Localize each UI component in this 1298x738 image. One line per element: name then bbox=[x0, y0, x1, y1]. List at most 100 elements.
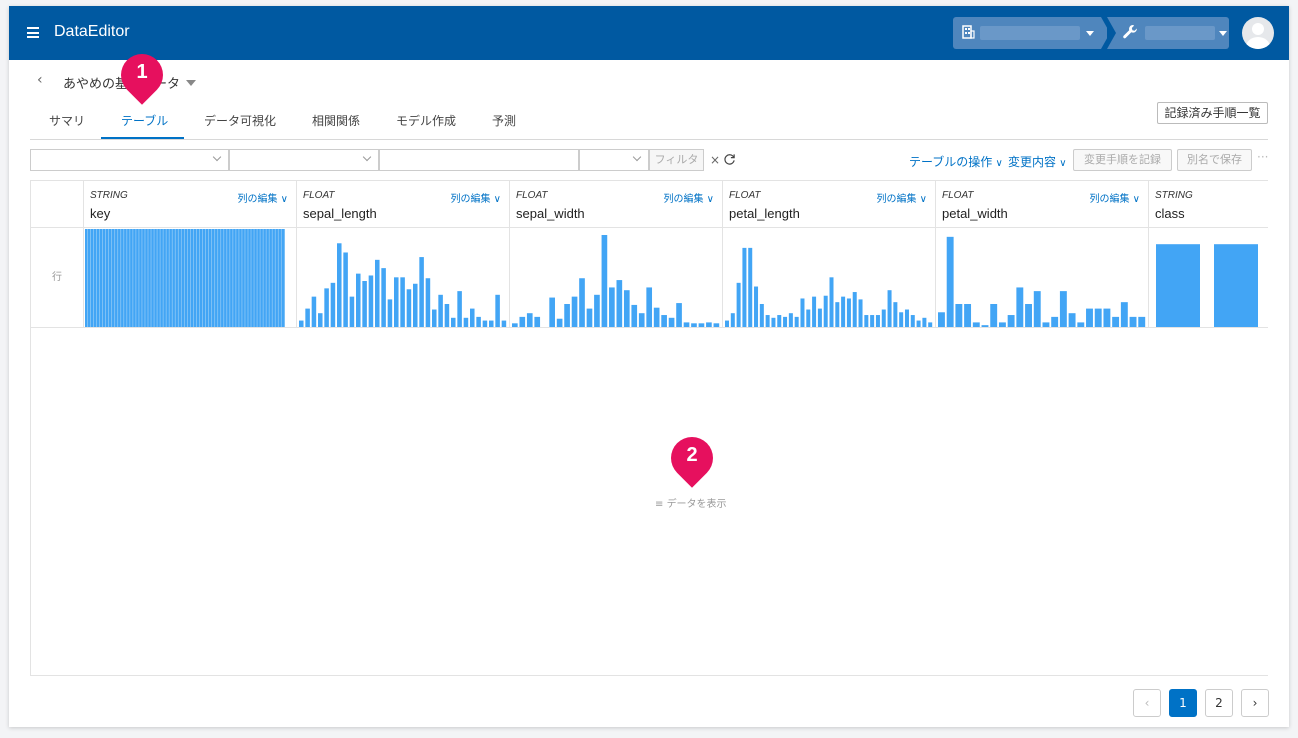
histogram-stripe bbox=[168, 229, 170, 327]
page-2-button[interactable]: 2 bbox=[1205, 689, 1233, 717]
histogram-bar bbox=[394, 277, 399, 327]
project-name bbox=[1145, 26, 1215, 40]
histogram-bar bbox=[579, 278, 585, 327]
row-header: 行 bbox=[31, 228, 84, 328]
histogram-bar bbox=[846, 298, 851, 327]
show-data-link[interactable]: ≡ データを表示 bbox=[655, 495, 727, 510]
histogram-bar bbox=[653, 307, 660, 327]
more-options-icon[interactable]: ··· bbox=[1257, 150, 1268, 164]
histogram-bar bbox=[501, 320, 507, 327]
filter-button[interactable]: フィルタ bbox=[649, 149, 704, 171]
histogram-cell-sepal_length[interactable] bbox=[297, 228, 510, 328]
organization-select[interactable] bbox=[953, 17, 1101, 49]
histogram-bar bbox=[823, 295, 828, 327]
filter-column-select[interactable] bbox=[30, 149, 229, 171]
histogram-stripe bbox=[117, 229, 119, 327]
app-title: DataEditor bbox=[54, 23, 130, 40]
histogram-bar bbox=[1094, 308, 1102, 327]
histogram-bar bbox=[616, 280, 623, 327]
histogram-stripe bbox=[129, 229, 131, 327]
histogram-stripe bbox=[186, 229, 188, 327]
project-select[interactable] bbox=[1107, 17, 1229, 49]
edit-column-menu[interactable]: 列の編集 ∨ bbox=[877, 190, 928, 205]
edit-column-menu[interactable]: 列の編集 ∨ bbox=[664, 190, 715, 205]
histogram-stripe bbox=[96, 229, 97, 327]
app-header: DataEditor bbox=[9, 6, 1289, 60]
edit-column-menu[interactable]: 列の編集 ∨ bbox=[238, 190, 289, 205]
chevron-down-icon: ∨ bbox=[992, 158, 1003, 169]
histogram-bar bbox=[910, 315, 915, 327]
filter-option-select[interactable] bbox=[579, 149, 649, 171]
column-type: FLOAT bbox=[516, 190, 548, 201]
edit-column-menu[interactable]: 列の編集 ∨ bbox=[451, 190, 502, 205]
clear-filter-icon[interactable]: × bbox=[710, 153, 720, 167]
histogram-stripe bbox=[250, 229, 252, 327]
edit-column-label: 列の編集 bbox=[663, 194, 704, 205]
histogram-bar bbox=[725, 320, 730, 327]
histogram-bar bbox=[1077, 322, 1085, 327]
histogram-stripe bbox=[162, 229, 164, 327]
histogram-bar bbox=[794, 316, 799, 327]
histogram-bar bbox=[387, 299, 393, 327]
filter-value-input[interactable] bbox=[379, 149, 579, 171]
tab-visualization[interactable]: データ可視化 bbox=[204, 112, 276, 129]
histogram-cell-petal_length[interactable] bbox=[723, 228, 936, 328]
changes-menu[interactable]: 変更内容 ∨ bbox=[1008, 153, 1067, 170]
recorded-steps-button[interactable]: 記録済み手順一覧 bbox=[1157, 102, 1268, 124]
histogram-stripe bbox=[150, 229, 152, 327]
histogram-cell-key[interactable] bbox=[84, 228, 297, 328]
histogram-bar bbox=[1103, 308, 1111, 327]
histogram-bar bbox=[482, 320, 488, 327]
histogram-bar bbox=[549, 297, 555, 327]
histogram-bar bbox=[1016, 287, 1024, 327]
histogram-bar bbox=[1214, 244, 1258, 327]
tab-model-building[interactable]: モデル作成 bbox=[396, 112, 456, 129]
tab-table[interactable]: テーブル bbox=[121, 112, 168, 129]
histogram-bar bbox=[990, 304, 998, 327]
histogram-bar bbox=[419, 257, 424, 327]
page-1-button[interactable]: 1 bbox=[1169, 689, 1197, 717]
record-steps-button[interactable]: 変更手順を記録 bbox=[1073, 149, 1172, 171]
histogram-bar bbox=[817, 308, 822, 327]
column-name: key bbox=[90, 206, 111, 221]
next-page-button[interactable]: › bbox=[1241, 689, 1269, 717]
histogram-bar bbox=[858, 299, 863, 327]
histogram-stripe bbox=[241, 229, 243, 327]
tab-prediction[interactable]: 予測 bbox=[492, 112, 516, 129]
histogram-cell-class[interactable] bbox=[1149, 228, 1268, 328]
tab-summary[interactable]: サマリ bbox=[49, 112, 85, 129]
breadcrumb-notch bbox=[1107, 17, 1116, 49]
histogram-bar bbox=[609, 287, 615, 327]
edit-column-menu[interactable]: 列の編集 ∨ bbox=[1090, 190, 1141, 205]
histogram-bar bbox=[646, 287, 653, 327]
show-data-label: データを表示 bbox=[666, 499, 727, 510]
histogram-bar bbox=[870, 315, 875, 327]
histogram-bar bbox=[661, 315, 667, 327]
histogram-bar bbox=[413, 283, 418, 327]
histogram-stripe bbox=[190, 229, 191, 327]
histogram-bar bbox=[495, 294, 500, 327]
histogram-cell-petal_width[interactable] bbox=[936, 228, 1149, 328]
histogram-stripe bbox=[256, 229, 258, 327]
refresh-icon[interactable] bbox=[723, 153, 736, 166]
chevron-down-icon: ∨ bbox=[490, 194, 501, 205]
back-chevron-icon[interactable]: ‹ bbox=[37, 72, 43, 88]
prev-page-button[interactable]: ‹ bbox=[1133, 689, 1161, 717]
list-icon: ≡ bbox=[655, 499, 667, 510]
dataset-dropdown-icon[interactable] bbox=[186, 80, 196, 86]
histogram-bar bbox=[438, 294, 443, 327]
histogram-bar bbox=[706, 322, 712, 327]
histogram-bar bbox=[318, 313, 323, 327]
histogram-stripe bbox=[262, 229, 264, 327]
tab-correlation[interactable]: 相関関係 bbox=[312, 112, 360, 129]
histogram-stripe bbox=[211, 229, 213, 327]
table-operations-menu[interactable]: テーブルの操作 ∨ bbox=[909, 153, 1003, 170]
histogram-bar bbox=[299, 320, 304, 327]
save-as-button[interactable]: 別名で保存 bbox=[1177, 149, 1252, 171]
filter-operator-select[interactable] bbox=[229, 149, 379, 171]
user-avatar[interactable] bbox=[1242, 17, 1274, 49]
histogram-bar bbox=[375, 259, 380, 327]
hamburger-menu-icon[interactable] bbox=[27, 27, 39, 38]
histogram-stripe bbox=[271, 229, 273, 327]
histogram-cell-sepal_width[interactable] bbox=[510, 228, 723, 328]
